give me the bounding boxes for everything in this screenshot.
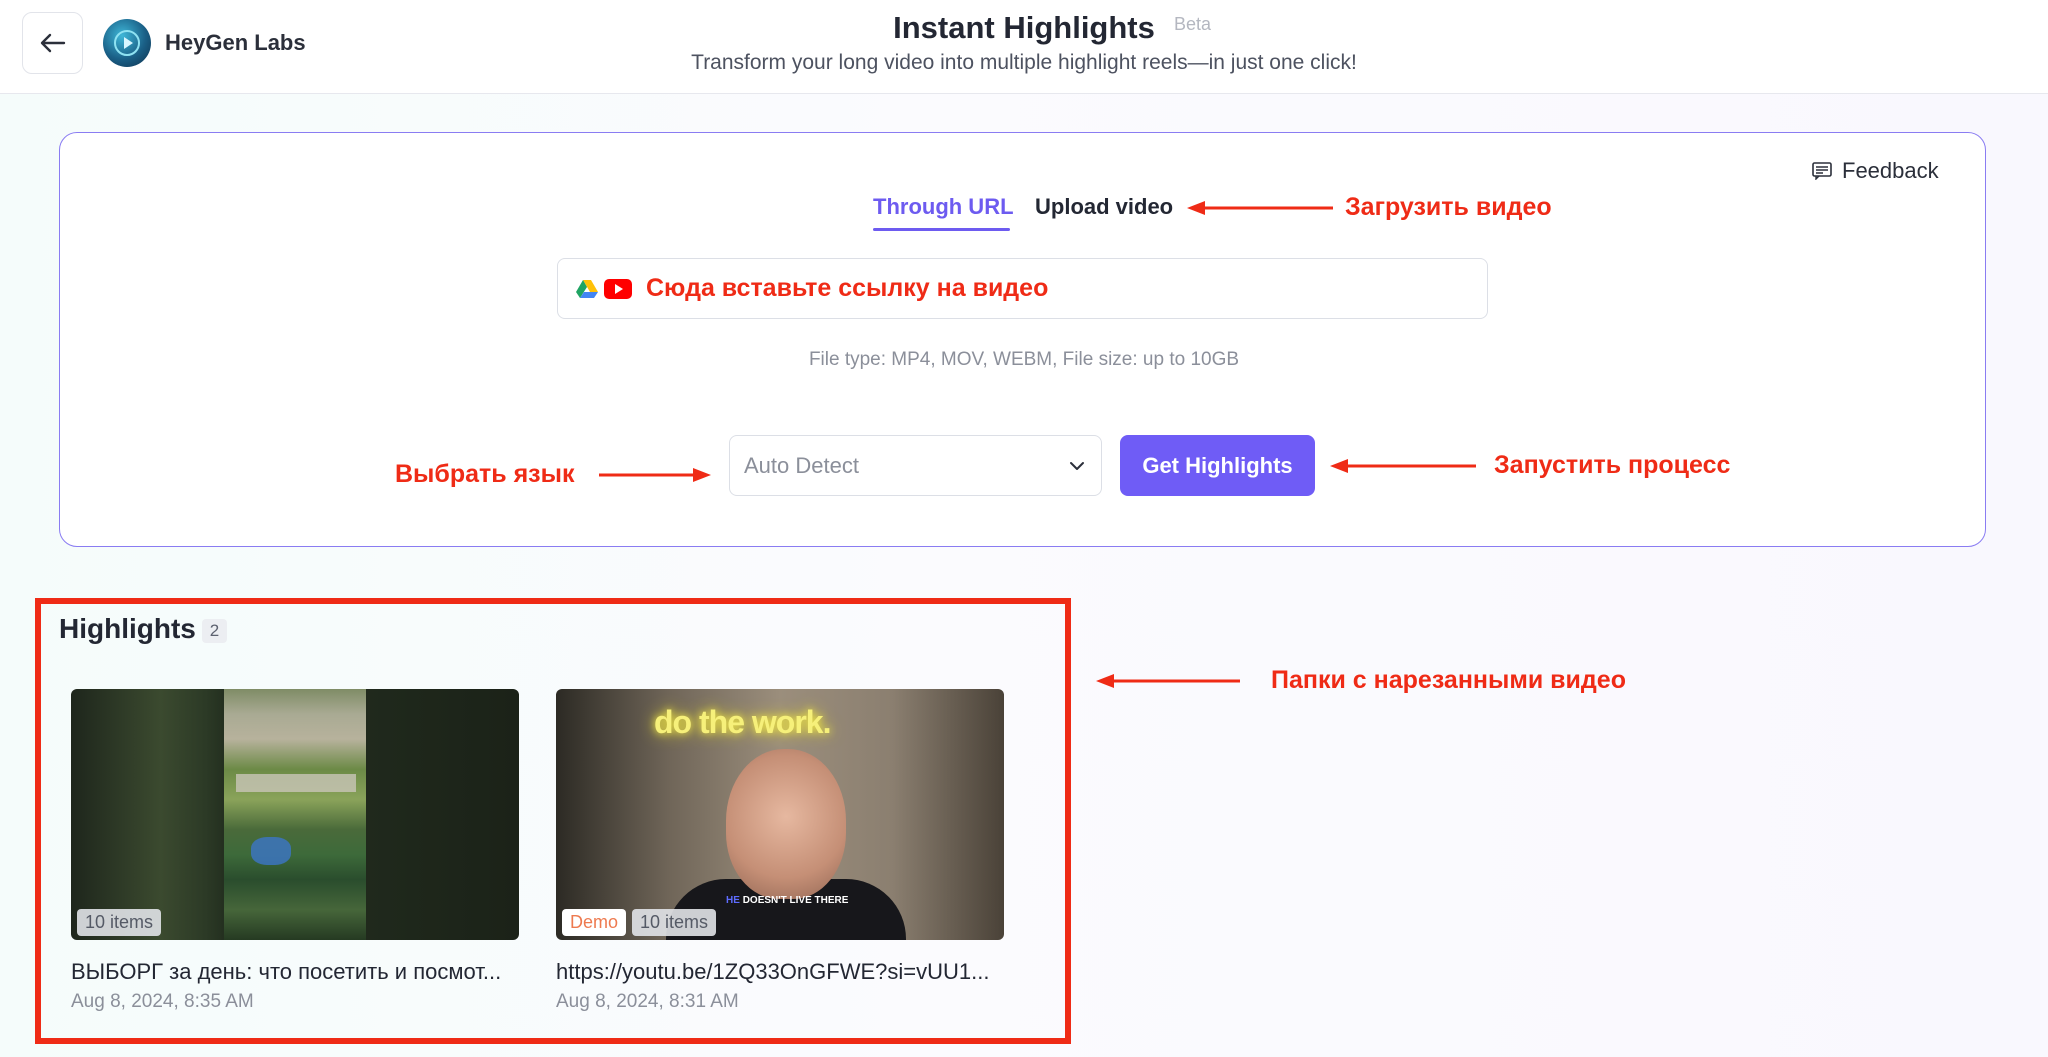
highlight-title: https://youtu.be/1ZQ33OnGFWE?si=vUU1... — [556, 959, 990, 984]
items-count-badge: 10 items — [77, 909, 162, 936]
active-tab-underline — [873, 228, 1010, 231]
google-drive-icon — [576, 279, 598, 298]
annotation-upload: Загрузить видео — [1345, 193, 1552, 221]
highlight-card[interactable]: 10 items ВЫБОРГ за день: что посетить и … — [71, 689, 519, 1013]
feedback-icon — [1812, 162, 1832, 180]
youtube-icon — [604, 278, 632, 299]
file-type-hint: File type: MP4, MOV, WEBM, File size: up… — [808, 349, 1240, 370]
thumbnail-caption: HE DOESN'T LIVE THERE — [726, 895, 849, 906]
highlights-heading: Highlights — [59, 613, 196, 644]
highlight-date: Aug 8, 2024, 8:35 AM — [71, 991, 254, 1012]
feedback-button[interactable]: Feedback — [1812, 158, 1939, 184]
annotation-start: Запустить процесс — [1494, 451, 1731, 479]
highlight-date: Aug 8, 2024, 8:31 AM — [556, 991, 739, 1012]
thumbnail-badges: 10 items — [77, 909, 162, 936]
top-header: HeyGen Labs Instant Highlights Beta Tran… — [0, 0, 2048, 94]
video-url-input[interactable]: Сюда вставьте ссылку на видео — [557, 258, 1488, 319]
language-select[interactable]: Auto Detect — [729, 435, 1102, 496]
tab-through-url[interactable]: Through URL — [873, 194, 1014, 220]
annotation-arrow-folders — [1096, 674, 1240, 688]
page-title: Instant Highlights — [893, 10, 1155, 45]
feedback-label: Feedback — [1842, 158, 1939, 183]
thumbnail-badges: Demo 10 items — [562, 909, 717, 936]
language-select-value: Auto Detect — [744, 452, 859, 478]
annotation-language: Выбрать язык — [395, 460, 575, 488]
annotation-folders: Папки с нарезанными видео — [1271, 666, 1626, 694]
tab-upload-video[interactable]: Upload video — [1035, 194, 1173, 220]
chevron-down-icon — [1070, 461, 1084, 470]
get-highlights-button[interactable]: Get Highlights — [1120, 435, 1315, 496]
annotation-arrow-upload — [1187, 201, 1333, 215]
highlight-thumbnail: do the work. HE DOESN'T LIVE THERE Demo … — [556, 689, 1004, 940]
url-input-hint: Сюда вставьте ссылку на видео — [646, 274, 1049, 302]
highlight-card[interactable]: do the work. HE DOESN'T LIVE THERE Demo … — [556, 689, 1004, 1013]
thumbnail-neon-text: do the work. — [654, 704, 831, 740]
annotation-arrow-start — [1330, 459, 1476, 473]
highlights-count-badge: 2 — [202, 619, 227, 643]
highlight-title: ВЫБОРГ за день: что посетить и посмот... — [71, 959, 502, 984]
highlight-thumbnail: 10 items — [71, 689, 519, 940]
beta-tag: Beta — [1174, 14, 1212, 34]
items-count-badge: 10 items — [632, 909, 717, 936]
page-subtitle: Transform your long video into multiple … — [691, 51, 1357, 74]
annotation-arrow-language — [599, 468, 711, 482]
demo-badge: Demo — [562, 909, 627, 936]
